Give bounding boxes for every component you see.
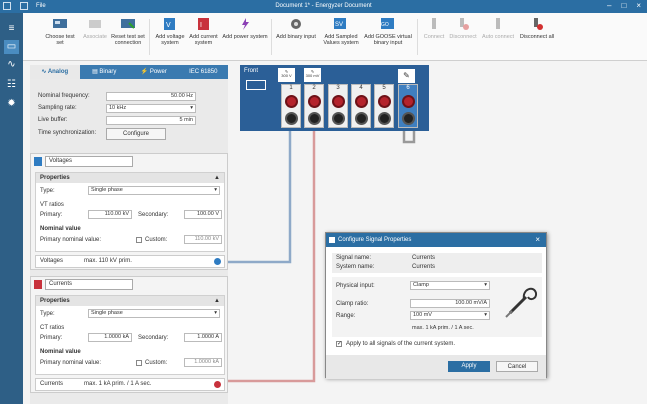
black-socket[interactable] [308, 112, 321, 125]
red-socket[interactable] [308, 95, 321, 108]
dialog-footer: Apply Cancel [326, 355, 546, 379]
apply-button[interactable]: Apply [448, 361, 490, 372]
red-socket[interactable] [378, 95, 391, 108]
channel-4[interactable]: 4 [351, 84, 371, 128]
black-socket[interactable] [402, 112, 415, 125]
dialog-app-icon [329, 237, 335, 243]
range-select[interactable]: 100 mV ▾ [410, 311, 490, 320]
current-rating-badge: ✎ 300 mV [304, 68, 321, 82]
current-wire [228, 125, 316, 383]
red-socket[interactable] [332, 95, 345, 108]
tool-icon[interactable]: ✎ [398, 69, 415, 83]
channel-2[interactable]: 2 [304, 84, 324, 128]
channel-number: 5 [382, 85, 386, 91]
usb-port-icon [246, 80, 266, 90]
channel-number: 2 [312, 85, 316, 91]
channel-6[interactable]: 6 [398, 84, 418, 128]
channel-number: 3 [336, 85, 340, 91]
close-icon[interactable]: × [535, 233, 540, 247]
black-socket[interactable] [355, 112, 368, 125]
device-front-panel: Front ✎ 300 V ✎ 300 mV ✎ 1 2 3 4 5 6 [240, 65, 429, 131]
voltage-rating-badge: ✎ 300 V [278, 68, 295, 82]
black-socket[interactable] [285, 112, 298, 125]
front-label: Front [244, 68, 259, 74]
configure-signal-properties-dialog: Configure Signal Properties × Signal nam… [325, 232, 547, 379]
channel-number: 4 [359, 85, 363, 91]
red-socket[interactable] [355, 95, 368, 108]
dialog-title-bar: Configure Signal Properties × [326, 233, 546, 247]
red-socket[interactable] [402, 95, 415, 108]
cancel-button[interactable]: Cancel [496, 361, 538, 372]
checkmark-icon: ✓ [337, 341, 343, 347]
clamp-ratio-input[interactable]: 100.00 mV/A [410, 299, 490, 308]
chevron-down-icon: ▾ [484, 312, 487, 318]
input-settings: Physical input: Clamp ▾ Clamp ratio: 100.… [332, 277, 542, 337]
connection-wires [228, 122, 416, 383]
signal-info: Signal name: Currents System name: Curre… [332, 253, 542, 273]
physical-input-select[interactable]: Clamp ▾ [410, 281, 490, 290]
black-socket[interactable] [332, 112, 345, 125]
channel-3[interactable]: 3 [328, 84, 348, 128]
current-clamp-icon [505, 287, 538, 318]
voltage-wire [228, 125, 292, 264]
channel-number: 6 [406, 85, 410, 91]
chevron-down-icon: ▾ [484, 282, 487, 288]
channel-5[interactable]: 5 [374, 84, 394, 128]
red-socket[interactable] [285, 95, 298, 108]
apply-to-all-checkbox[interactable]: ✓ [336, 341, 342, 347]
channel-1[interactable]: 1 [281, 84, 301, 128]
channel-number: 1 [289, 85, 293, 91]
black-socket[interactable] [378, 112, 391, 125]
